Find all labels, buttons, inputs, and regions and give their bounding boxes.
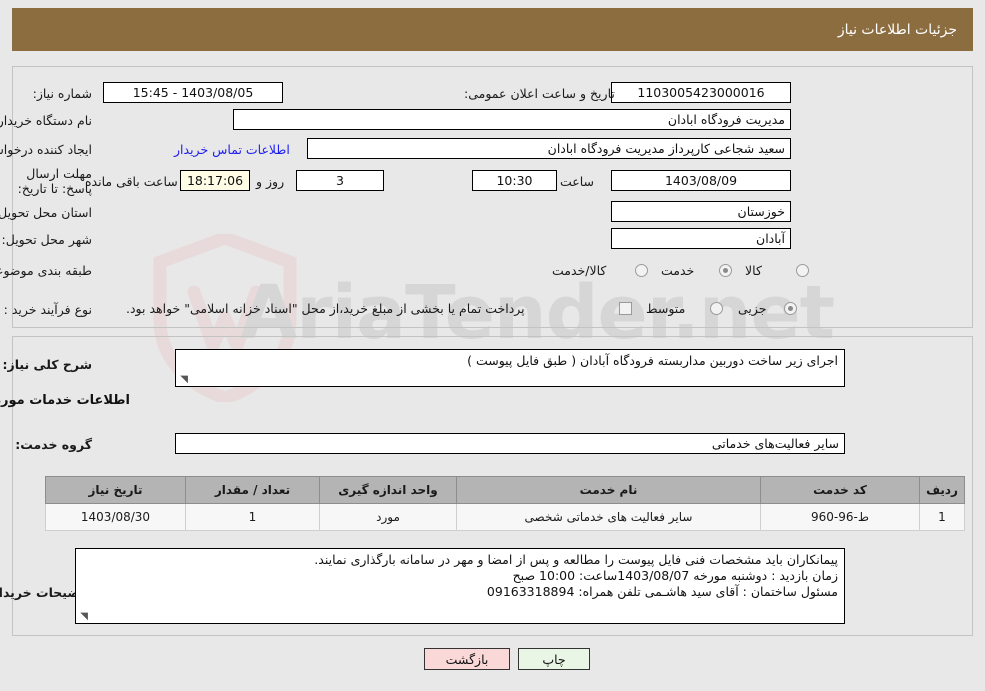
cell-date: 1403/08/30 — [45, 503, 186, 531]
general-desc-value: اجرای زیر ساخت دوربین مداربسته فرودگاه آ… — [467, 353, 838, 368]
creator-label: ایجاد کننده درخواست: — [0, 142, 92, 157]
general-desc-textarea[interactable]: اجرای زیر ساخت دوربین مداربسته فرودگاه آ… — [175, 349, 845, 387]
cell-name: سایر فعالیت های خدماتی شخصی — [456, 503, 761, 531]
col-date: تاریخ نیاز — [45, 476, 186, 504]
deadline-label: مهلت ارسال پاسخ: تا تاریخ: — [17, 166, 92, 196]
resize-grip-icon[interactable]: ◥ — [178, 375, 188, 385]
process-radio-jozei[interactable] — [784, 302, 797, 315]
category-option-label-khedmat: خدمت — [661, 263, 695, 278]
buyer-org-label: نام دستگاه خریدار: — [0, 113, 92, 128]
col-index: ردیف — [919, 476, 965, 504]
table-row: 1 ط-96-960 سایر فعالیت های خدماتی شخصی م… — [45, 503, 965, 531]
back-button[interactable]: بازگشت — [424, 648, 510, 670]
cell-qty: 1 — [185, 503, 320, 531]
category-radio-khedmat[interactable] — [719, 264, 732, 277]
remaining-days-value: 3 — [296, 170, 384, 191]
announce-datetime-label: تاریخ و ساعت اعلان عمومی: — [464, 86, 615, 101]
buyer-contact-link[interactable]: اطلاعات تماس خریدار — [174, 142, 290, 157]
treasury-bonds-label: پرداخت تمام یا بخشی از مبلغ خرید،از محل … — [126, 301, 525, 316]
service-group-value: سایر فعالیت‌های خدماتی — [175, 433, 845, 454]
city-label: شهر محل تحویل: — [1, 232, 92, 247]
process-label: نوع فرآیند خرید : — [3, 302, 92, 317]
category-option-label-kala: کالا — [745, 263, 762, 278]
services-table: ردیف کد خدمت نام خدمت واحد اندازه گیری ت… — [45, 476, 965, 531]
deadline-hour-value: 10:30 — [472, 170, 557, 191]
province-label: استان محل تحویل: — [0, 205, 92, 220]
process-option-label-motavaset: متوسط — [646, 301, 686, 316]
cell-code: ط-96-960 — [760, 503, 920, 531]
buyer-note-line-3: مسئول ساختمان : آقای سید هاشـمی تلفن همر… — [486, 584, 838, 599]
need-number-label: شماره نیاز: — [32, 86, 92, 101]
resize-grip-icon[interactable]: ◥ — [78, 612, 88, 622]
page-root: AriaTender.net جزئیات اطلاعات نیاز شماره… — [0, 0, 985, 691]
col-code: کد خدمت — [760, 476, 920, 504]
process-radio-motavaset[interactable] — [710, 302, 723, 315]
buyer-notes-textarea[interactable]: پیمانکاران باید مشخصات فنی فایل پیوست را… — [75, 548, 845, 624]
remaining-time-suffix: ساعت باقی مانده — [85, 174, 178, 189]
buyer-note-line-2: زمان بازدید : دوشنبه مورخه 1403/08/07ساع… — [512, 568, 838, 583]
creator-value: سعید شجاعی کارپرداز مدیریت فرودگاه ابادا… — [307, 138, 791, 159]
page-title: جزئیات اطلاعات نیاز — [837, 21, 957, 38]
remaining-days-suffix: روز و — [256, 174, 285, 189]
service-group-label: گروه خدمت: — [15, 437, 92, 452]
province-value: خوزستان — [611, 201, 791, 222]
buyer-org-value: مدیریت فرودگاه ابادان — [233, 109, 791, 130]
col-qty: تعداد / مقدار — [185, 476, 320, 504]
category-label: طبقه بندی موضوعی: — [0, 263, 92, 278]
general-desc-label: شرح کلی نیاز: — [2, 357, 92, 372]
announce-datetime-value: 1403/08/05 - 15:45 — [103, 82, 283, 103]
buyer-note-line-1: پیمانکاران باید مشخصات فنی فایل پیوست را… — [314, 552, 838, 567]
need-number-value: 1103005423000016 — [611, 82, 791, 103]
category-radio-kala[interactable] — [796, 264, 809, 277]
print-button[interactable]: چاپ — [518, 648, 590, 670]
col-unit: واحد اندازه گیری — [319, 476, 457, 504]
window-title-bar: جزئیات اطلاعات نیاز — [12, 8, 973, 51]
cell-index: 1 — [919, 503, 965, 531]
city-value: آبادان — [611, 228, 791, 249]
deadline-date-value: 1403/08/09 — [611, 170, 791, 191]
category-option-label-kala-khedmat: کالا/خدمت — [552, 263, 607, 278]
treasury-bonds-checkbox[interactable] — [619, 302, 632, 315]
remaining-time-countdown: 18:17:06 — [180, 170, 250, 191]
services-section-title: اطلاعات خدمات مورد نیاز — [0, 393, 130, 408]
need-info-panel — [12, 66, 973, 328]
table-header-row: ردیف کد خدمت نام خدمت واحد اندازه گیری ت… — [45, 476, 965, 504]
col-name: نام خدمت — [456, 476, 761, 504]
process-option-label-jozei: جزیی — [738, 301, 767, 316]
deadline-hour-label: ساعت — [560, 174, 595, 189]
cell-unit: مورد — [319, 503, 457, 531]
category-radio-kala-khedmat[interactable] — [635, 264, 648, 277]
